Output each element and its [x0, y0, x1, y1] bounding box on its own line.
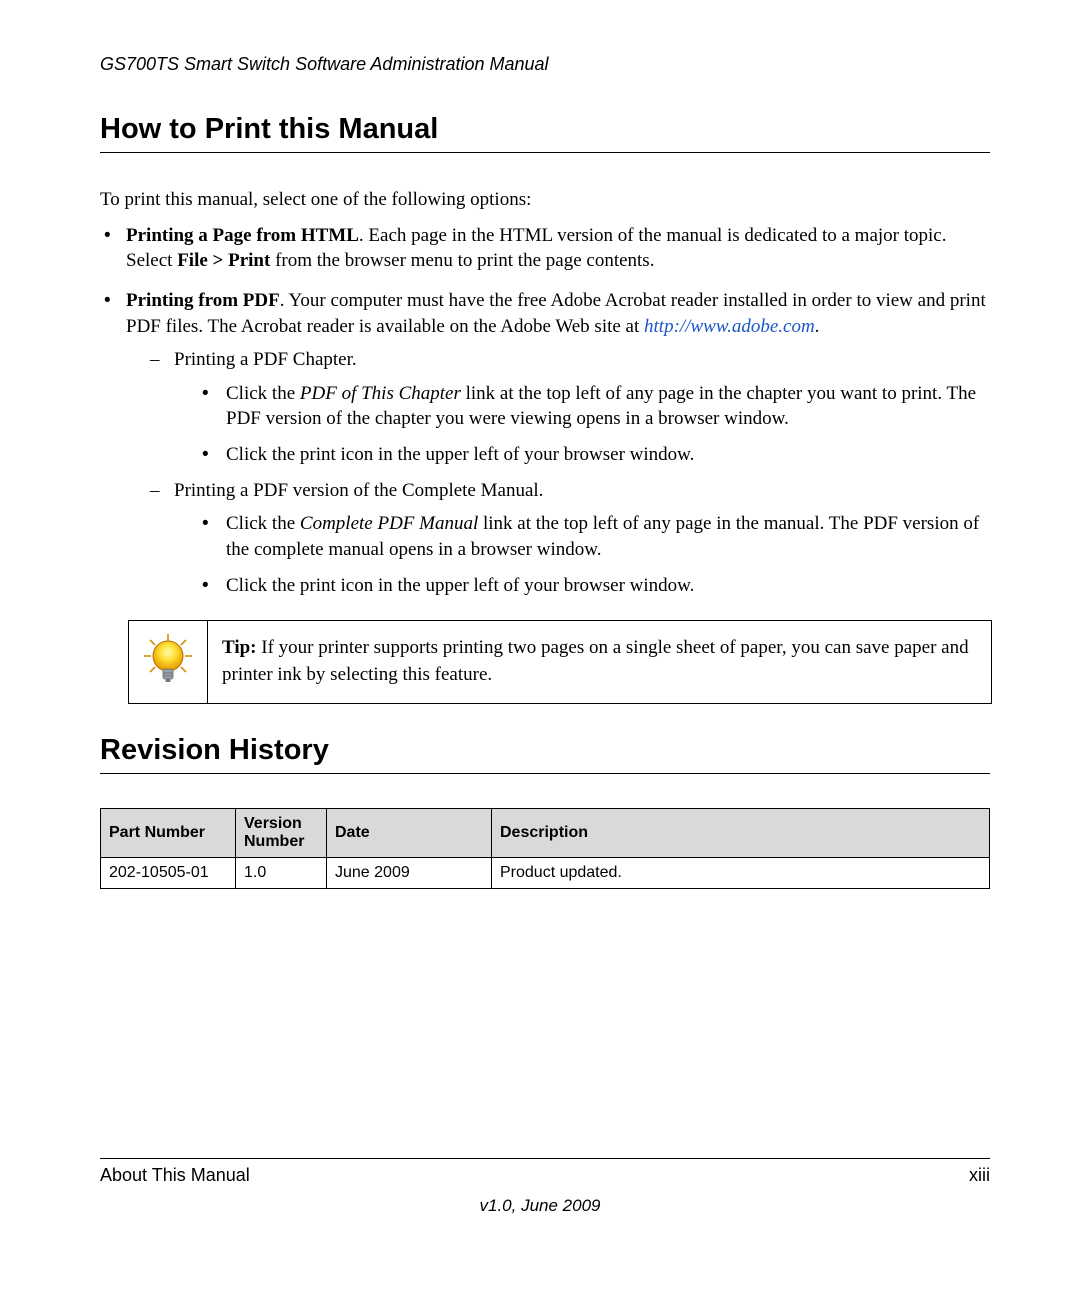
inner-bullet: Click the PDF of This Chapter link at th… [198, 381, 990, 432]
tip-callout: Tip: If your printer supports printing t… [128, 620, 992, 703]
dash-label: Printing a PDF version of the Complete M… [174, 480, 543, 501]
table-header-row: Part Number Version Number Date Descript… [101, 808, 990, 857]
inner-bullet: Click the print icon in the upper left o… [198, 442, 990, 468]
page-footer: About This Manual xiii [100, 1158, 990, 1186]
bullet-text: from the browser menu to print the page … [270, 250, 654, 271]
tip-body: If your printer supports printing two pa… [222, 637, 969, 685]
section-heading-revision: Revision History [100, 734, 990, 774]
th-part-number: Part Number [101, 808, 236, 857]
bullet-bold-label: Printing from PDF [126, 290, 280, 311]
cell-part-number: 202-10505-01 [101, 857, 236, 888]
section-heading-print: How to Print this Manual [100, 113, 990, 153]
inner-bullet: Click the print icon in the upper left o… [198, 573, 990, 599]
tip-text: Tip: If your printer supports printing t… [208, 621, 991, 702]
footer-version: v1.0, June 2009 [0, 1196, 1080, 1216]
tip-label: Tip: [222, 637, 257, 658]
bullet-html-print: Printing a Page from HTML. Each page in … [100, 223, 990, 274]
cell-version: 1.0 [236, 857, 327, 888]
text: Click the [226, 383, 300, 404]
th-description: Description [492, 808, 990, 857]
running-header: GS700TS Smart Switch Software Administra… [100, 54, 990, 75]
th-date: Date [327, 808, 492, 857]
intro-paragraph: To print this manual, select one of the … [100, 187, 990, 213]
cell-date: June 2009 [327, 857, 492, 888]
bullet-pdf-print: Printing from PDF. Your computer must ha… [100, 288, 990, 598]
bullet-bold-label: Printing a Page from HTML [126, 225, 359, 246]
top-bullet-list: Printing a Page from HTML. Each page in … [100, 223, 990, 599]
period: . [815, 316, 820, 337]
text: Click the [226, 513, 300, 534]
dash-label: Printing a PDF Chapter. [174, 349, 357, 370]
adobe-link[interactable]: http://www.adobe.com [644, 316, 815, 337]
lightbulb-icon [140, 632, 196, 692]
pdf-chapter-link-name: PDF of This Chapter [300, 383, 461, 404]
dash-list: Printing a PDF Chapter. Click the PDF of… [126, 347, 990, 598]
dash-pdf-complete: Printing a PDF version of the Complete M… [146, 478, 990, 599]
th-version-number: Version Number [236, 808, 327, 857]
inner-bullet: Click the Complete PDF Manual link at th… [198, 511, 990, 562]
menu-path: File > Print [177, 250, 270, 271]
inner-bullet-list: Click the Complete PDF Manual link at th… [174, 511, 990, 598]
page: GS700TS Smart Switch Software Administra… [0, 0, 1080, 1296]
inner-bullet-list: Click the PDF of This Chapter link at th… [174, 381, 990, 468]
page-number: xiii [969, 1165, 990, 1186]
table-row: 202-10505-01 1.0 June 2009 Product updat… [101, 857, 990, 888]
cell-description: Product updated. [492, 857, 990, 888]
complete-pdf-link-name: Complete PDF Manual [300, 513, 478, 534]
footer-section-name: About This Manual [100, 1165, 250, 1186]
dash-pdf-chapter: Printing a PDF Chapter. Click the PDF of… [146, 347, 990, 468]
tip-icon-cell [129, 621, 208, 702]
revision-history-table: Part Number Version Number Date Descript… [100, 808, 990, 889]
